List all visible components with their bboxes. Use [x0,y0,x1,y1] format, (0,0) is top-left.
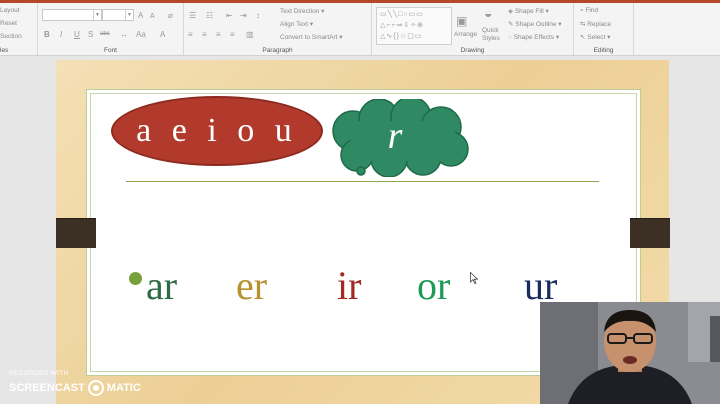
font-group: ▼ ▼ A A ⌀ B I U S abc ↔ Aa A Font [38,3,184,55]
replace-icon: ⇆ [580,21,586,28]
char-spacing-icon[interactable]: ↔ [120,30,128,39]
convert-smartart-button[interactable]: Convert to SmartArt ▾ [280,33,343,41]
align-text-label: Align Text [280,21,309,28]
shrink-font-icon[interactable]: A [150,12,155,21]
find-button[interactable]: ⌕ Find [580,7,598,15]
shapes-row-icon: ▭╲╲□○▭▭ [380,11,424,18]
cloud-letter-r: r [387,115,403,157]
effects-icon: ◌ [508,34,512,41]
bullets-icon[interactable]: ☰ [189,11,196,20]
drawing-group: ▭╲╲□○▭▭ △⌐⌐⇒⇩✧⊕ △∿{}☆▢▭ ▣ Arrange ◒ Quic… [372,3,574,55]
watermark-brand-right: MATIC [106,382,141,394]
select-button[interactable]: ↖ Select ▾ [580,33,610,41]
chevron-down-icon: ▼ [93,10,101,20]
webcam-overlay [540,302,720,404]
paragraph-group: ☰ ☷ ⇤ ⇥ ↕ ≡ ≡ ≡ ≡ ▥ Text Direction ▾ Ali… [184,3,372,55]
paragraph-group-label: Paragraph [262,47,293,54]
strikethrough-button[interactable]: abc [100,30,110,39]
font-group-label: Font [103,47,117,54]
align-text-button[interactable]: Align Text ▾ [280,20,313,28]
shape-outline-label: Shape Outline [515,21,557,28]
drawing-group-label: Drawing [460,47,485,54]
screencast-logo-icon [87,380,104,396]
shape-fill-button[interactable]: ◈ Shape Fill ▾ [508,7,549,15]
section-button[interactable]: Section [0,33,22,40]
editing-group-label: Editing [593,47,614,54]
font-size-combo[interactable]: ▼ [102,9,134,21]
editing-group: ⌕ Find ⇆ Replace ↖ Select ▾ Editing [574,3,634,55]
align-center-icon[interactable]: ≡ [202,30,207,39]
layout-button[interactable]: Layout [0,7,20,14]
paint-bucket-icon: ◈ [508,8,513,15]
select-label: Select [587,34,606,41]
word-or[interactable]: or [417,262,450,310]
increase-indent-icon[interactable]: ⇥ [240,11,247,20]
word-ar[interactable]: ar [146,262,177,310]
pen-icon: ✎ [508,21,514,28]
word-ir[interactable]: ir [337,262,361,310]
align-left-icon[interactable]: ≡ [188,30,193,39]
line-spacing-icon[interactable]: ↕ [256,11,260,20]
shadow-button[interactable]: S [88,30,93,39]
horizontal-divider [126,181,599,182]
text-direction-label: Text Direction [280,8,320,15]
reset-button[interactable]: Reset [0,20,17,27]
arrange-button[interactable]: Arrange [454,31,477,38]
cursor-icon: ↖ [580,34,586,41]
ribbon-toolbar: Layout Reset Section les ▼ ▼ A A ⌀ B I U… [0,0,720,56]
mouse-cursor-icon [470,272,478,284]
shapes-gallery[interactable]: ▭╲╲□○▭▭ △⌐⌐⇒⇩✧⊕ △∿{}☆▢▭ [376,7,452,45]
shape-outline-button[interactable]: ✎ Shape Outline ▾ [508,20,562,28]
slides-group-label: les [0,47,9,54]
word-er[interactable]: er [236,262,267,310]
shape-effects-button[interactable]: ◌ Shape Effects ▾ [508,33,559,41]
numbering-icon[interactable]: ☷ [206,11,213,20]
grow-font-icon[interactable]: A [138,11,143,20]
presenter-video [540,302,720,404]
vowels-text: a e i o u [136,112,298,149]
align-right-icon[interactable]: ≡ [216,30,221,39]
justify-icon[interactable]: ≡ [230,30,235,39]
shape-fill-label: Shape Fill [514,8,544,15]
text-direction-button[interactable]: Text Direction ▾ [280,7,324,15]
left-decorative-tab [56,218,96,248]
bullet-dot [129,272,142,285]
shapes-row-icon: △⌐⌐⇒⇩✧⊕ [380,22,425,29]
right-decorative-tab [630,218,670,248]
convert-smartart-label: Convert to SmartArt [280,34,338,41]
underline-button[interactable]: U [74,30,80,39]
change-case-icon[interactable]: Aa [136,30,146,39]
clear-format-icon[interactable]: ⌀ [168,11,173,20]
italic-button[interactable]: I [60,30,62,39]
watermark-recorded-with: RECORDED WITH [9,370,69,377]
replace-label: Replace [587,21,612,28]
font-color-button[interactable]: A [160,30,165,39]
watermark-brand-left: SCREENCAST [9,382,85,394]
vowel-oval-shape[interactable]: a e i o u [111,96,323,166]
quick-styles-icon[interactable]: ◒ [484,6,492,20]
shapes-row-icon: △∿{}☆▢▭ [380,33,423,40]
chevron-down-icon: ▼ [125,10,133,20]
decrease-indent-icon[interactable]: ⇤ [226,11,233,20]
replace-button[interactable]: ⇆ Replace [580,20,611,28]
find-label: Find [585,7,599,14]
screencast-o-matic-watermark: SCREENCAST MATIC [9,380,141,396]
shape-effects-label: Shape Effects [513,34,555,41]
font-name-combo[interactable]: ▼ [42,9,102,21]
search-icon: ⌕ [580,7,584,14]
slides-group: Layout Reset Section les [0,3,38,55]
bold-button[interactable]: B [44,30,50,39]
arrange-icon[interactable]: ▣ [456,15,467,27]
columns-icon[interactable]: ▥ [246,30,254,39]
